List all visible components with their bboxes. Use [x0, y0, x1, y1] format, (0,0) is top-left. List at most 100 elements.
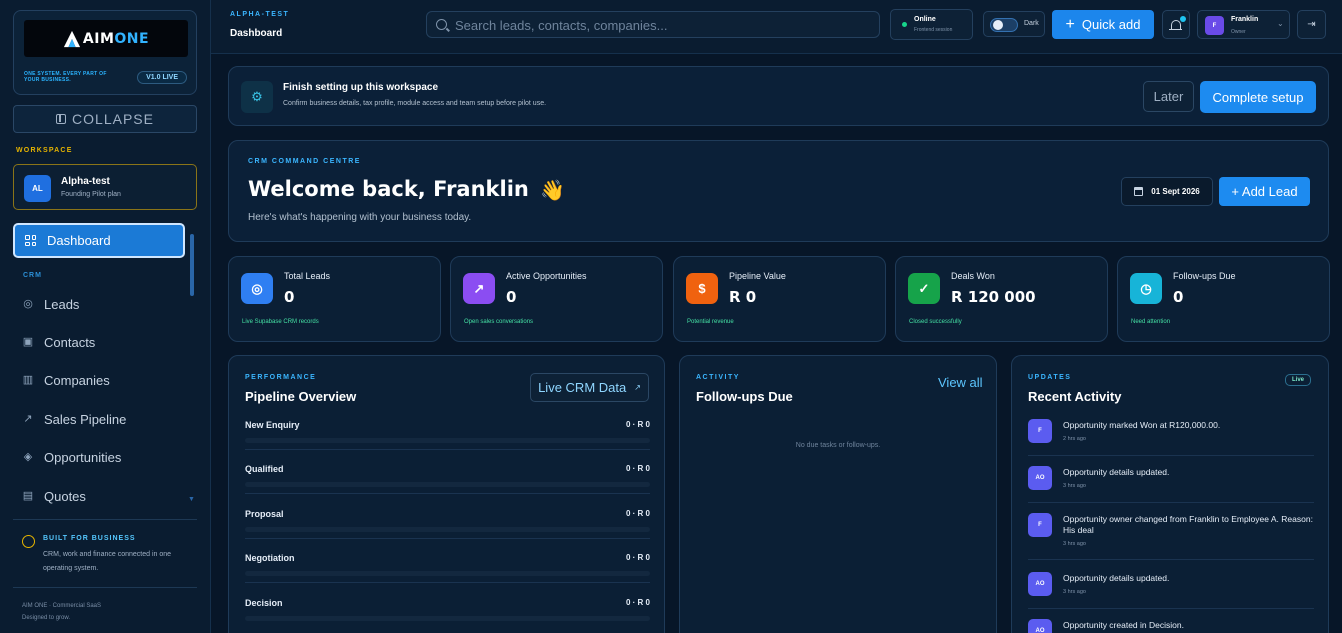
view-all-link[interactable]: View all — [938, 375, 983, 390]
avatar: AO — [1028, 466, 1052, 490]
stage-progress-track — [245, 527, 650, 532]
app-root: AIMONE ONE SYSTEM. EVERY PART OF YOUR BU… — [0, 0, 1342, 633]
built-for-business-title: BUILT FOR BUSINESS — [43, 535, 136, 542]
built-for-business-text: CRM, work and finance connected in one o… — [43, 551, 172, 572]
stat-card-total-leads[interactable]: ◎ Total Leads 0 Live Supabase CRM record… — [228, 256, 441, 342]
later-button[interactable]: Later — [1143, 81, 1194, 112]
stage-progress-track — [245, 571, 650, 576]
page-title: Dashboard — [230, 28, 283, 39]
stage-name: Decision — [245, 598, 283, 608]
stat-note: Potential revenue — [687, 319, 734, 325]
stage-progress-track — [245, 616, 650, 621]
stage-value: 0 · R 0 — [625, 509, 650, 518]
activity-text: Opportunity details updated. — [1063, 573, 1170, 583]
setup-banner: ⚙ Finish setting up this workspace Confi… — [228, 66, 1329, 126]
sidebar-divider — [13, 587, 197, 588]
welcome-title: Welcome back, Franklin — [248, 177, 529, 201]
sidebar-item-label: Leads — [44, 296, 80, 312]
online-dot-icon — [902, 22, 907, 27]
quick-add-button[interactable]: + Quick add — [1052, 10, 1154, 39]
trend-icon: ↗ — [23, 413, 33, 425]
add-lead-button[interactable]: + Add Lead — [1219, 177, 1310, 206]
contact-card-icon: ▣ — [22, 336, 34, 348]
version-badge: V1.0 LIVE — [137, 71, 187, 84]
calendar-icon — [1134, 187, 1144, 196]
theme-label: Dark — [1024, 20, 1039, 27]
sidebar-scrollbar[interactable] — [190, 234, 194, 296]
brand-card: AIMONE ONE SYSTEM. EVERY PART OF YOUR BU… — [13, 10, 197, 95]
sidebar-item-companies[interactable]: ▥ Companies — [22, 370, 110, 390]
workspace-switcher[interactable]: AL Alpha-test Founding Pilot plan — [13, 164, 197, 210]
user-menu[interactable]: F Franklin Owner ⌄ — [1197, 10, 1290, 39]
stat-card-active-opportunities[interactable]: ↗ Active Opportunities 0 Open sales conv… — [450, 256, 663, 342]
sidebar-item-label: Sales Pipeline — [44, 411, 127, 427]
activity-divider — [1028, 559, 1314, 560]
top-bar: ALPHA-TEST Dashboard Online Frontend ses… — [211, 0, 1342, 54]
stat-card-follow-ups-due[interactable]: ◷ Follow-ups Due 0 Need attention — [1117, 256, 1330, 342]
stage-name: New Enquiry — [245, 420, 300, 430]
collapse-label: COLLAPSE — [72, 111, 154, 127]
stat-note: Open sales conversations — [464, 319, 534, 325]
stat-label: Active Opportunities — [506, 271, 587, 281]
activity-text: Opportunity owner changed from Franklin … — [1063, 514, 1313, 535]
stage-name: Negotiation — [245, 553, 295, 563]
sidebar-item-label: Quotes — [44, 488, 86, 504]
sidebar-item-sales-pipeline[interactable]: ↗ Sales Pipeline — [22, 409, 126, 429]
logo-mark-icon — [63, 30, 81, 47]
follow-ups-panel: ACTIVITY Follow-ups Due View all No due … — [679, 355, 997, 633]
empty-state-text: No due tasks or follow-ups. — [795, 442, 881, 449]
wave-icon: 👋 — [540, 178, 565, 202]
welcome-subtitle: Here's what's happening with your busine… — [248, 212, 472, 223]
stage-value: 0 · R 0 — [625, 420, 650, 429]
stat-label: Follow-ups Due — [1173, 271, 1236, 281]
date-picker[interactable]: 01 Sept 2026 — [1121, 177, 1213, 206]
notifications-button[interactable] — [1162, 10, 1190, 39]
pipeline-overview-panel: PERFORMANCE Pipeline Overview Live CRM D… — [228, 355, 665, 633]
logout-button[interactable]: ⇥ — [1297, 10, 1326, 39]
activity-time: 3 hrs ago — [1063, 589, 1086, 595]
stage-value: 0 · R 0 — [625, 598, 650, 607]
scroll-down-icon[interactable]: ▼ — [188, 496, 195, 503]
sidebar-item-label: Opportunities — [44, 449, 122, 465]
stat-note: Live Supabase CRM records — [242, 319, 319, 325]
setup-subtitle: Confirm business details, tax profile, m… — [283, 100, 547, 107]
sidebar-item-opportunities[interactable]: ◈ Opportunities — [22, 447, 122, 467]
avatar: AO — [1028, 572, 1052, 596]
brand-tagline: ONE SYSTEM. EVERY PART OF YOUR BUSINESS. — [24, 71, 107, 83]
bell-icon — [1169, 19, 1182, 30]
sidebar-item-leads[interactable]: ◎ Leads — [22, 294, 79, 314]
target-icon: ◎ — [23, 298, 33, 310]
activity-time: 2 hrs ago — [1063, 436, 1086, 442]
stat-card-pipeline-value[interactable]: $ Pipeline Value R 0 Potential revenue — [673, 256, 886, 342]
sidebar-item-label: Contacts — [44, 334, 96, 350]
ring-icon — [22, 535, 35, 548]
workspace-plan: Founding Pilot plan — [61, 191, 121, 198]
stage-value: 0 · R 0 — [625, 464, 650, 473]
logo[interactable]: AIMONE — [24, 20, 188, 57]
sidebar: AIMONE ONE SYSTEM. EVERY PART OF YOUR BU… — [0, 0, 211, 633]
workspace-label: WORKSPACE — [16, 147, 73, 154]
sidebar-item-contacts[interactable]: ▣ Contacts — [22, 332, 96, 352]
setup-title: Finish setting up this workspace — [283, 82, 439, 93]
panel-kicker: UPDATES — [1028, 374, 1072, 381]
sidebar-item-dashboard[interactable]: Dashboard — [13, 223, 185, 258]
sliders-icon: ⚙ — [241, 81, 273, 113]
stage-name: Proposal — [245, 509, 284, 519]
stat-card-deals-won[interactable]: ✓ Deals Won R 120 000 Closed successfull… — [895, 256, 1108, 342]
stage-progress-track — [245, 482, 650, 487]
stage-divider — [245, 538, 650, 539]
notification-dot-icon — [1180, 16, 1186, 22]
panel-kicker: PERFORMANCE — [245, 374, 317, 381]
theme-toggle[interactable]: Dark — [983, 11, 1045, 37]
quick-add-label: Quick add — [1081, 17, 1141, 32]
stat-value: R 120 000 — [951, 288, 1036, 306]
sidebar-divider — [13, 519, 197, 520]
stage-divider — [245, 493, 650, 494]
stat-label: Total Leads — [284, 271, 331, 281]
sidebar-item-quotes[interactable]: ▤ Quotes — [22, 486, 86, 506]
collapse-button[interactable]: COLLAPSE — [13, 105, 197, 133]
live-crm-data-button[interactable]: Live CRM Data ↗ — [530, 373, 649, 402]
search-input[interactable] — [455, 16, 865, 34]
complete-setup-button[interactable]: Complete setup — [1200, 81, 1316, 113]
activity-divider — [1028, 455, 1314, 456]
